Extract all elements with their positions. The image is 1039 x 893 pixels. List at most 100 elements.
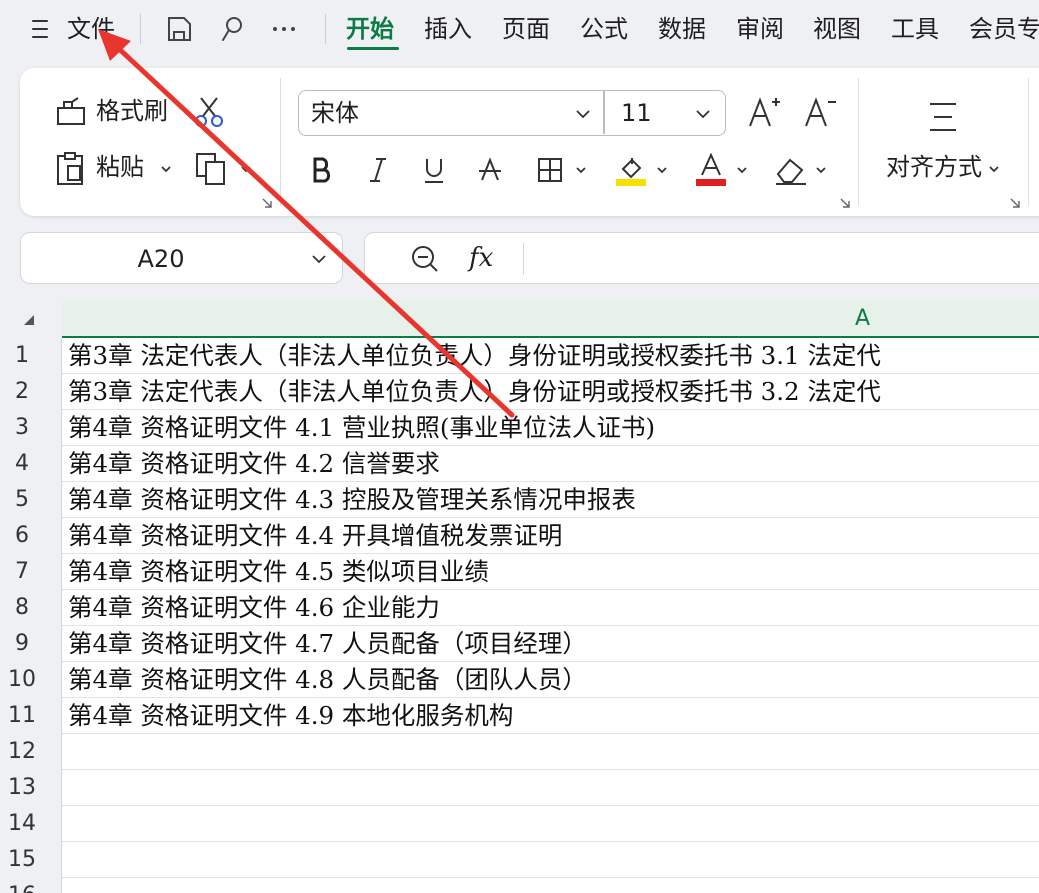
name-box-value[interactable]: A20 [21, 233, 301, 285]
tab-review[interactable]: 审阅 [736, 0, 784, 58]
clear-format-button[interactable] [770, 148, 832, 192]
tab-formula[interactable]: 公式 [580, 0, 628, 58]
strikethrough-icon[interactable] [472, 148, 508, 192]
column-header-a[interactable]: A [62, 300, 1039, 338]
select-all-corner[interactable] [0, 300, 62, 338]
format-painter-icon [54, 96, 88, 128]
row-header[interactable]: 10 [0, 662, 44, 698]
menu-divider [325, 14, 326, 44]
row-header[interactable]: 9 [0, 626, 44, 662]
row-header[interactable]: 1 [0, 338, 44, 374]
format-painter-button[interactable]: 格式刷 [54, 94, 174, 130]
format-painter-label: 格式刷 [96, 97, 168, 125]
cell-a10[interactable]: 第4章 资格证明文件 4.8 人员配备（团队人员） [68, 662, 587, 698]
cell-a11[interactable]: 第4章 资格证明文件 4.9 本地化服务机构 [68, 698, 513, 734]
row-header[interactable]: 14 [0, 806, 44, 842]
tab-data[interactable]: 数据 [658, 0, 706, 58]
cell-a1[interactable]: 第3章 法定代表人（非法人单位负责人）身份证明或授权委托书 3.1 法定代 [68, 338, 881, 374]
paste-icon [54, 150, 88, 186]
formula-bar: fx [364, 232, 1039, 284]
borders-button[interactable] [532, 148, 592, 192]
font-name-dropdown[interactable]: 宋体 [311, 98, 359, 128]
insert-function-button[interactable]: fx [469, 239, 493, 277]
name-box[interactable]: A20 [20, 232, 343, 284]
formula-input[interactable] [527, 233, 1039, 283]
row-header[interactable]: 5 [0, 482, 44, 518]
active-tab-indicator [347, 47, 399, 50]
row-gridline [62, 877, 1039, 878]
clipboard-dialog-launcher-icon[interactable] [262, 198, 272, 208]
save-icon[interactable] [162, 12, 196, 46]
row-header[interactable]: 12 [0, 734, 44, 770]
tab-member[interactable]: 会员专 [969, 0, 1039, 58]
row-header[interactable]: 13 [0, 770, 44, 806]
more-icon[interactable] [267, 12, 301, 46]
ribbon-divider [1028, 78, 1029, 206]
row-gridline [62, 841, 1039, 842]
row-header[interactable]: 6 [0, 518, 44, 554]
row-gridline [62, 769, 1039, 770]
file-menu[interactable]: 文件 [67, 0, 115, 58]
cell-a6[interactable]: 第4章 资格证明文件 4.4 开具增值税发票证明 [68, 518, 562, 554]
copy-icon [194, 150, 230, 186]
font-size-dropdown[interactable]: 11 [621, 98, 652, 128]
fill-color-icon [616, 158, 646, 186]
underline-icon[interactable] [416, 148, 452, 192]
decrease-font-size-icon[interactable] [802, 92, 838, 132]
tab-tools[interactable]: 工具 [891, 0, 939, 58]
row-header[interactable]: 8 [0, 590, 44, 626]
row-header[interactable]: 3 [0, 410, 44, 446]
row-header[interactable]: 15 [0, 842, 44, 878]
triangle-icon [24, 315, 34, 325]
increase-font-size-icon[interactable] [746, 92, 782, 132]
chevron-down-icon[interactable] [695, 108, 711, 120]
chevron-down-icon [657, 167, 667, 174]
bold-icon[interactable] [304, 148, 340, 192]
fill-color-button[interactable] [612, 148, 672, 192]
row-header[interactable]: 4 [0, 446, 44, 482]
hamburger-menu-icon[interactable] [30, 16, 50, 42]
row-headers: 12345678910111213141516 [0, 338, 62, 893]
eraser-icon [776, 158, 806, 185]
row-header[interactable]: 7 [0, 554, 44, 590]
copy-button[interactable] [194, 150, 260, 186]
tab-insert[interactable]: 插入 [424, 0, 472, 58]
cut-icon[interactable] [192, 94, 226, 128]
alignment-dialog-launcher-icon[interactable] [1010, 198, 1020, 208]
chevron-down-icon [737, 167, 747, 174]
font-color-button[interactable] [692, 148, 752, 192]
ribbon-home: 格式刷 粘贴 宋体 11 对齐方式 [20, 68, 1039, 216]
cell-a5[interactable]: 第4章 资格证明文件 4.3 控股及管理关系情况申报表 [68, 482, 636, 518]
tab-view[interactable]: 视图 [813, 0, 861, 58]
alignment-button[interactable]: 对齐方式 [876, 94, 1006, 194]
chevron-down-icon [989, 166, 999, 173]
row-header[interactable]: 16 [0, 878, 44, 893]
chevron-down-icon[interactable] [575, 108, 591, 120]
italic-icon[interactable] [360, 148, 396, 192]
cell-a9[interactable]: 第4章 资格证明文件 4.7 人员配备（项目经理） [68, 626, 587, 662]
ribbon-divider [858, 78, 859, 206]
chevron-down-icon[interactable] [311, 253, 327, 265]
font-color-icon [696, 153, 726, 186]
paste-button[interactable]: 粘贴 [54, 150, 174, 186]
font-box-divider [603, 91, 605, 134]
cell-a8[interactable]: 第4章 资格证明文件 4.6 企业能力 [68, 590, 440, 626]
alignment-label: 对齐方式 [886, 153, 982, 181]
chevron-down-icon [816, 167, 826, 174]
paste-label: 粘贴 [96, 153, 144, 181]
row-header[interactable]: 2 [0, 374, 44, 410]
column-label: A [855, 306, 871, 331]
chevron-down-icon [241, 166, 251, 173]
zoom-formula-icon[interactable] [409, 243, 441, 275]
font-dialog-launcher-icon[interactable] [840, 198, 850, 208]
tab-page[interactable]: 页面 [502, 0, 550, 58]
menu-divider [140, 14, 141, 44]
chevron-down-icon [161, 166, 171, 173]
cell-a4[interactable]: 第4章 资格证明文件 4.2 信誉要求 [68, 446, 440, 482]
cell-a2[interactable]: 第3章 法定代表人（非法人单位负责人）身份证明或授权委托书 3.2 法定代 [68, 374, 881, 410]
cell-a3[interactable]: 第4章 资格证明文件 4.1 营业执照(事业单位法人证书) [68, 410, 655, 446]
row-header[interactable]: 11 [0, 698, 44, 734]
formula-bar-divider [523, 243, 524, 275]
cell-a7[interactable]: 第4章 资格证明文件 4.5 类似项目业绩 [68, 554, 489, 590]
format-brush-quick-icon[interactable] [215, 12, 249, 46]
